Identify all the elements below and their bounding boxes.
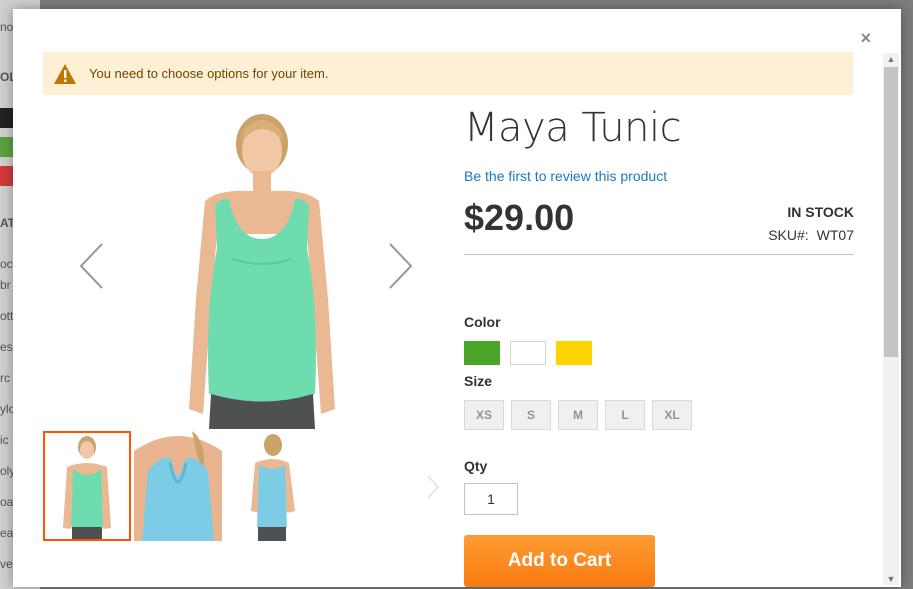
add-to-cart-button[interactable]: Add to Cart [464,535,655,587]
bg-text: es [0,340,13,354]
product-price: $29.00 [464,197,575,238]
thumbnail-strip [43,431,316,541]
size-option-s[interactable]: S [511,400,551,430]
quick-view-modal: × ▲ ▼ You need to choose options for you… [13,9,901,587]
sku-line: SKU#: WT07 [768,227,854,243]
scroll-thumb[interactable] [884,67,898,357]
thumbnail-image [134,431,222,541]
sku-value: WT07 [816,227,854,243]
bg-text: oa [0,495,14,509]
warning-icon [54,63,76,84]
gallery-prev-arrow[interactable] [78,242,104,290]
scroll-down-icon[interactable]: ▼ [883,573,899,585]
bg-text: no [0,20,14,34]
bg-color-strip [0,108,14,128]
sku-label: SKU#: [768,227,809,243]
size-option-l[interactable]: L [605,400,645,430]
size-label: Size [464,373,493,389]
color-swatch-yellow[interactable] [556,341,592,365]
bg-text: br [0,278,11,292]
thumbnail-next-arrow[interactable] [426,474,440,500]
thumbnail-image [45,433,129,539]
color-label: Color [464,314,501,330]
size-option-xs[interactable]: XS [464,400,504,430]
qty-label: Qty [464,458,488,474]
bg-text: ic [0,433,9,447]
thumbnail-front[interactable] [43,431,131,541]
color-swatches [464,341,602,365]
color-swatch-white[interactable] [510,341,546,365]
qty-input[interactable] [464,483,518,515]
close-icon[interactable]: × [860,29,871,47]
scroll-up-icon[interactable]: ▲ [883,53,899,65]
thumbnail-side[interactable] [225,431,313,541]
color-swatch-green[interactable] [464,341,500,365]
divider [464,254,854,255]
scrollbar[interactable]: ▲ ▼ [883,53,899,585]
bg-text: ea [0,526,14,540]
message-text: You need to choose options for your item… [89,66,329,81]
product-title: Maya Tunic [464,105,682,151]
review-link[interactable]: Be the first to review this product [464,168,667,184]
warning-message: You need to choose options for your item… [43,52,853,95]
thumbnail-image [225,431,313,541]
size-option-m[interactable]: M [558,400,598,430]
thumbnail-back[interactable] [134,431,222,541]
gallery-next-arrow[interactable] [388,242,414,290]
size-options: XS S M L XL [464,400,699,430]
size-option-xl[interactable]: XL [652,400,692,430]
stock-status: IN STOCK [787,204,854,220]
bg-color-strip [0,166,14,186]
bg-color-strip [0,137,14,157]
bg-text: oc [0,257,13,271]
bg-text: rc [0,371,10,385]
bg-text: ott [0,309,14,323]
